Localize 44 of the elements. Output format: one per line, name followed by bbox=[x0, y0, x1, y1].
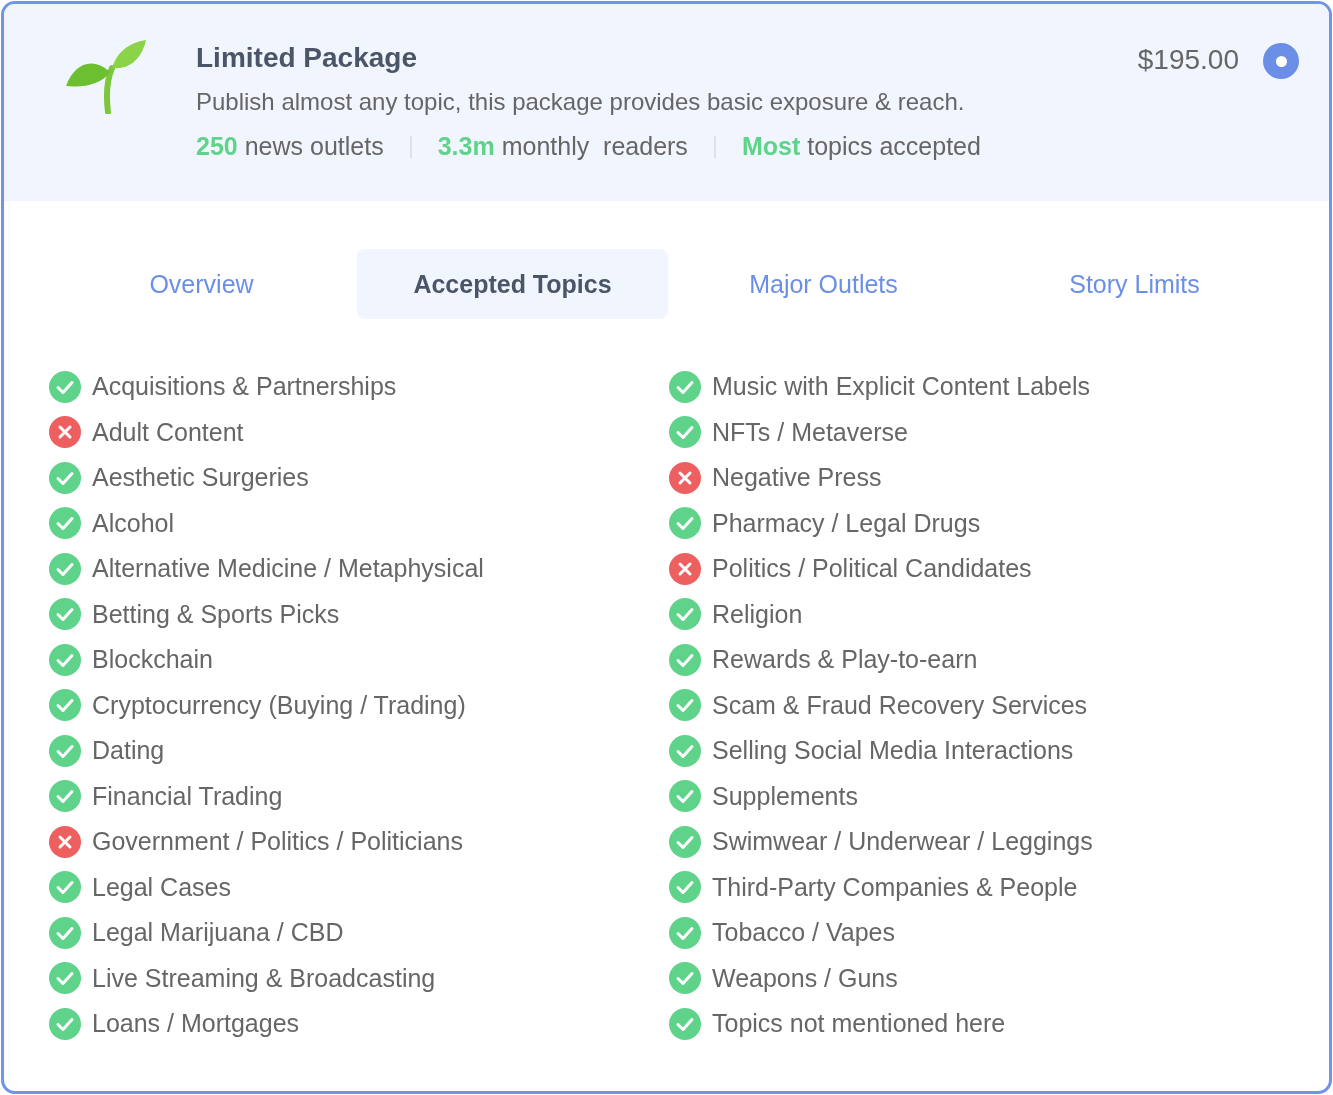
topic-label: Alcohol bbox=[92, 508, 174, 538]
topic-label: Religion bbox=[712, 599, 803, 629]
topic-label: Negative Press bbox=[712, 463, 882, 493]
topic-label: Adult Content bbox=[92, 417, 244, 447]
topic-label: Topics not mentioned here bbox=[712, 1009, 1006, 1039]
radio-button[interactable] bbox=[1263, 43, 1299, 79]
topic-label: NFTs / Metaverse bbox=[712, 417, 908, 447]
topic-label: Dating bbox=[92, 736, 165, 766]
tab[interactable]: Overview bbox=[46, 249, 357, 319]
topic-label: Alternative Medicine / Metaphysical bbox=[92, 554, 484, 584]
tab[interactable]: Accepted Topics bbox=[357, 249, 668, 319]
package-title: Limited Package bbox=[196, 42, 418, 74]
tab[interactable]: Story Limits bbox=[979, 249, 1290, 319]
topic-label: Politics / Political Candidates bbox=[712, 554, 1032, 584]
topic-label: Acquisitions & Partnerships bbox=[92, 372, 397, 402]
stat-label: news outlets bbox=[244, 132, 384, 161]
topic-label: Loans / Mortgages bbox=[92, 1009, 300, 1039]
topic-label: Third-Party Companies & People bbox=[712, 872, 1078, 902]
topic-label: Music with Explicit Content Labels bbox=[712, 372, 1090, 402]
topic-label: Live Streaming & Broadcasting bbox=[92, 963, 436, 993]
topic-label: Rewards & Play-to-earn bbox=[712, 645, 978, 675]
stat-label: monthly readers bbox=[501, 132, 688, 161]
package-description: Publish almost any topic, this package provides basic exposure & reach. bbox=[196, 88, 966, 116]
topic-label: Financial Trading bbox=[92, 781, 283, 811]
topic-label: Supplements bbox=[712, 781, 858, 811]
stat-value: Most bbox=[741, 132, 801, 161]
topic-label: Aesthetic Surgeries bbox=[92, 463, 309, 493]
tab[interactable]: Major Outlets bbox=[668, 249, 979, 319]
topic-label: Scam & Fraud Recovery Services bbox=[712, 690, 1088, 720]
topic-label: Pharmacy / Legal Drugs bbox=[712, 508, 981, 538]
topic-label: Government / Politics / Politicians bbox=[92, 827, 463, 857]
topic-label: Selling Social Media Interactions bbox=[712, 736, 1074, 766]
stat-value: 250 bbox=[196, 132, 238, 161]
topic-label: Blockchain bbox=[92, 645, 213, 675]
topic-label: Weapons / Guns bbox=[712, 963, 898, 993]
topic-label: Betting & Sports Picks bbox=[92, 599, 340, 629]
topic-label: Swimwear / Underwear / Leggings bbox=[712, 827, 1093, 857]
stat-label: topics accepted bbox=[807, 132, 981, 161]
topic-label: Tobacco / Vapes bbox=[712, 918, 895, 948]
topic-label: Legal Cases bbox=[92, 872, 231, 902]
package-price: $195.00 bbox=[1137, 44, 1239, 76]
topic-label: Legal Marijuana / CBD bbox=[92, 918, 344, 948]
stat-value: 3.3m bbox=[437, 132, 495, 161]
topic-label: Cryptocurrency (Buying / Trading) bbox=[92, 690, 466, 720]
